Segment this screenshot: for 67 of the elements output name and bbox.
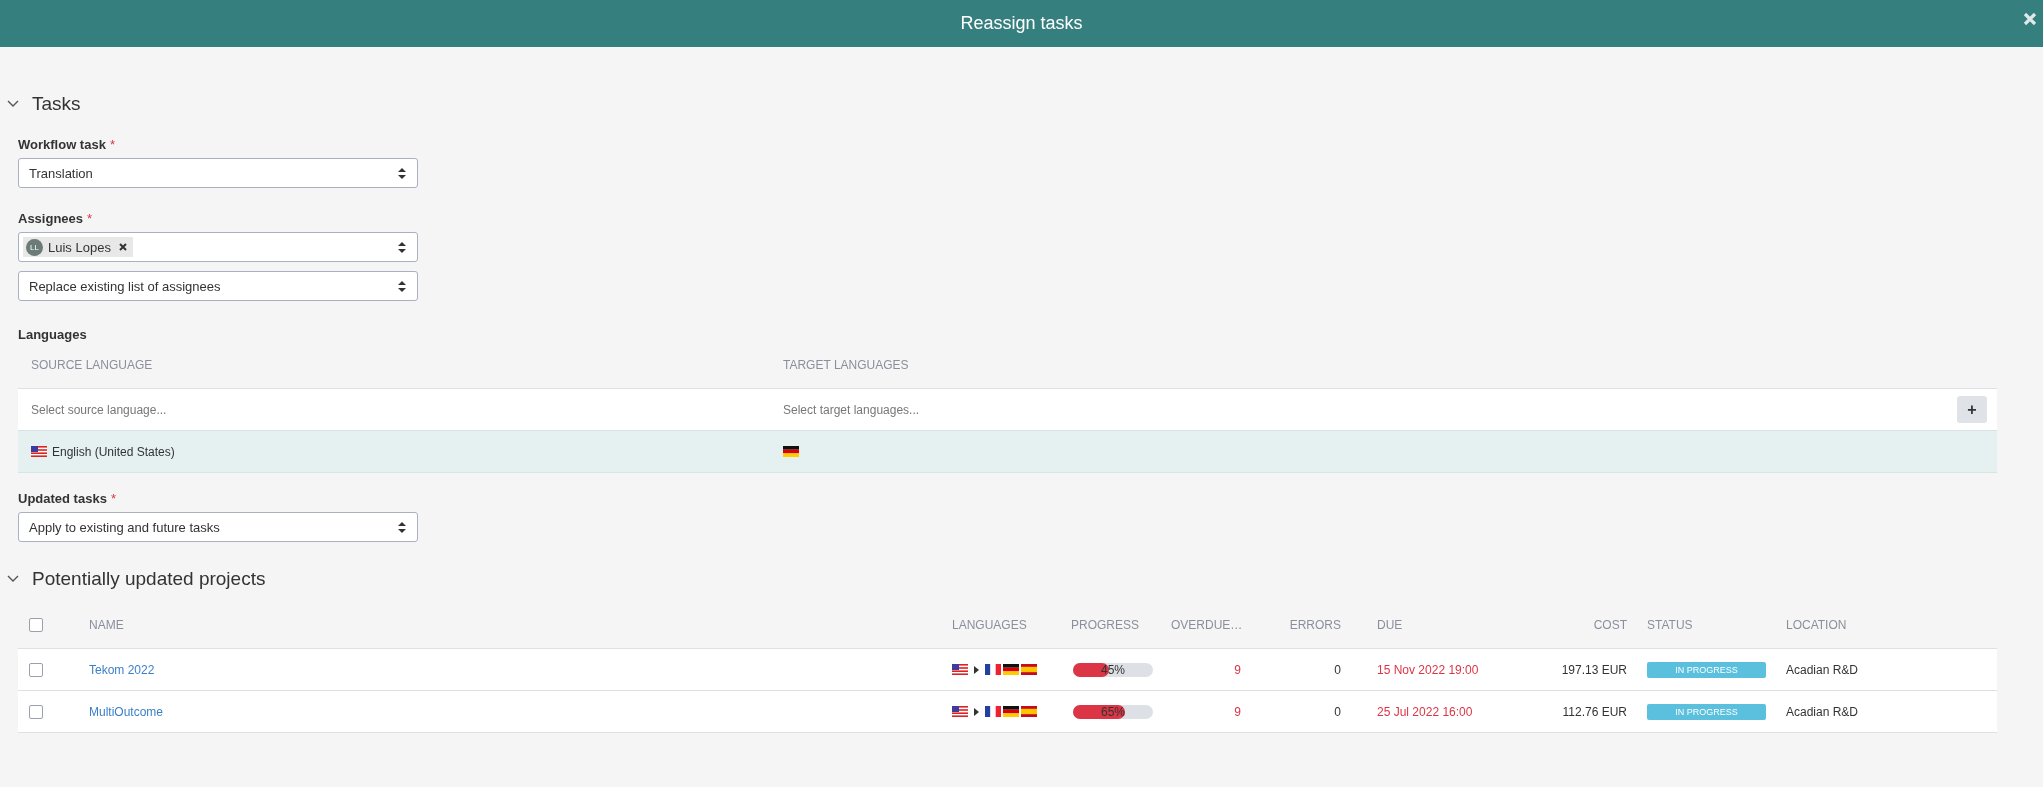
us-flag-icon [952, 664, 968, 675]
error-count: 0 [1333, 704, 1341, 719]
checkbox[interactable] [29, 704, 43, 719]
french-flag-icon [985, 664, 1001, 675]
required-mark: * [110, 491, 116, 506]
required-mark: * [87, 211, 93, 226]
column-header: ERRORS [1288, 618, 1341, 632]
column-header: COST [1592, 618, 1627, 632]
source-language-field[interactable]: Select source language... [18, 401, 533, 418]
column-header: LOCATION [1786, 618, 1848, 632]
project-link[interactable]: MultiOutcome [89, 704, 164, 719]
arrow-icon [974, 707, 979, 716]
cost-value: 112.76 EUR [1561, 704, 1627, 719]
checkbox[interactable] [29, 618, 43, 632]
german-flag-icon [1003, 706, 1019, 717]
arrow-icon [974, 665, 979, 674]
field-label: Languages [18, 327, 87, 342]
required-mark: * [109, 137, 115, 152]
select-field[interactable]: Apply to existing and future tasks [18, 512, 418, 542]
select-field[interactable]: Replace existing list of assignees [18, 271, 418, 301]
sort-arrows-icon [397, 520, 407, 534]
sort-arrows-icon [397, 279, 407, 293]
column-header: DUE [1376, 618, 1404, 632]
status-badge: IN PROGRESS [1647, 703, 1766, 720]
section-heading: Potentially updated projects [32, 568, 266, 590]
language-name: English (United States) [52, 444, 175, 459]
error-count: 0 [1333, 662, 1341, 677]
section-heading: Tasks [32, 93, 81, 115]
overdue-count: 9 [1233, 704, 1241, 719]
remove-icon[interactable] [118, 243, 127, 251]
column-header: LANGUAGES [952, 618, 1028, 632]
due-date: 15 Nov 2022 19:00 [1376, 662, 1480, 677]
spanish-flag-icon [1021, 664, 1037, 675]
sort-arrows-icon [397, 166, 407, 180]
spanish-flag-icon [1021, 706, 1037, 717]
due-date: 25 Jul 2022 16:00 [1376, 704, 1474, 719]
close-icon[interactable] [2023, 12, 2037, 26]
field-label: Workflow task [18, 137, 106, 152]
checkbox[interactable] [29, 662, 43, 677]
field-label: Updated tasks [18, 491, 107, 506]
german-flag-icon [1003, 664, 1019, 675]
select-field[interactable]: Translation [18, 158, 418, 188]
location-text: Acadian R&D [1786, 704, 1860, 719]
assignees-field[interactable]: LL Luis Lopes [18, 232, 418, 262]
german-flag-icon [783, 446, 799, 457]
status-badge: IN PROGRESS [1647, 661, 1766, 678]
us-flag-icon [952, 706, 968, 717]
column-header: NAME [89, 618, 125, 632]
avatar: LL [26, 238, 43, 256]
column-header: OVERDUE… [1171, 618, 1241, 632]
column-header: TARGET LANGUAGES [782, 358, 910, 372]
add-button[interactable]: + [1957, 396, 1987, 423]
field-label: Assignees [18, 211, 84, 226]
column-header: SOURCE LANGUAGE [30, 358, 154, 372]
dialog-title: Reassign tasks [960, 13, 1083, 34]
target-languages-field[interactable]: Select target languages... [770, 401, 1285, 418]
column-header: STATUS [1646, 618, 1694, 632]
overdue-count: 9 [1233, 662, 1241, 677]
assignee-name: Luis Lopes [48, 239, 111, 255]
cost-value: 197.13 EUR [1560, 662, 1627, 677]
sort-arrows-icon [397, 240, 407, 254]
progress-value: 65% [1101, 704, 1126, 719]
location-text: Acadian R&D [1786, 662, 1860, 677]
french-flag-icon [985, 706, 1001, 717]
project-link[interactable]: Tekom 2022 [89, 662, 155, 677]
us-flag-icon [31, 446, 47, 457]
column-header: PROGRESS [1071, 618, 1140, 632]
